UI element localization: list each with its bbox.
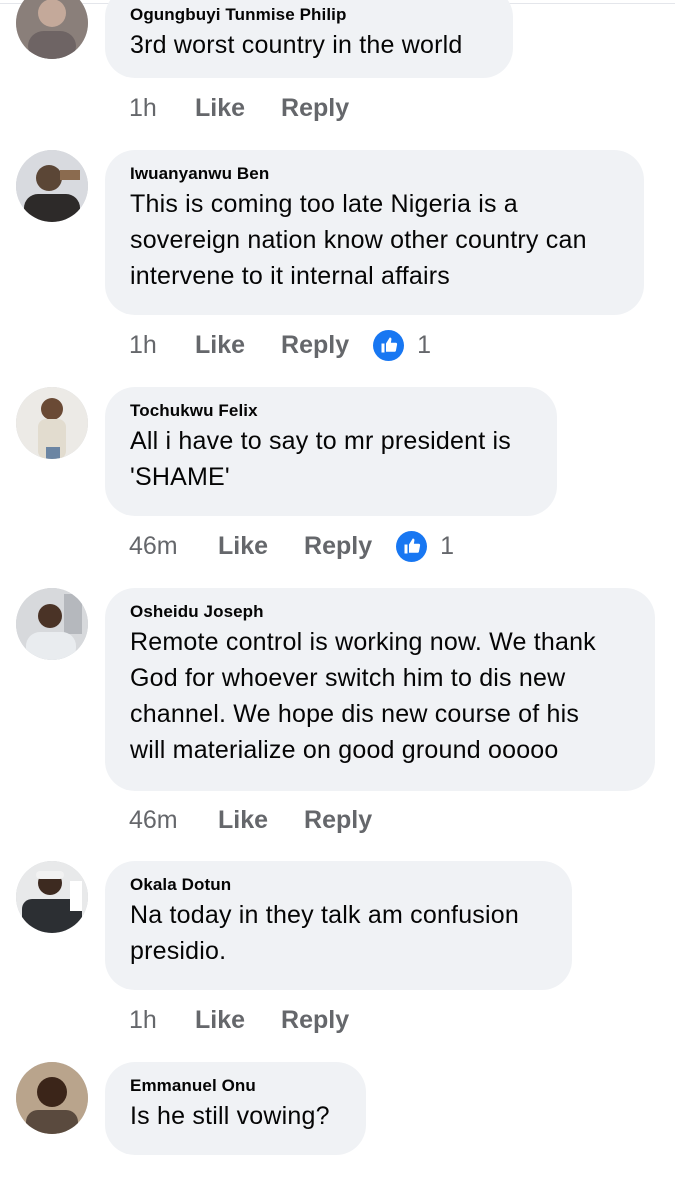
like-button[interactable]: Like — [195, 331, 245, 360]
comment-text: Remote control is working now. We thank … — [130, 624, 631, 768]
comment-author[interactable]: Iwuanyanwu Ben — [130, 163, 620, 185]
comment-text-line: 'SHAME' — [130, 463, 230, 491]
comment-actions: 1h Like Reply — [129, 1002, 373, 1038]
reply-button[interactable]: Reply — [281, 94, 349, 123]
comment-actions: 1h Like Reply 1 — [129, 327, 431, 363]
comment-actions: 1h Like Reply — [129, 90, 373, 126]
comment-time[interactable]: 46m — [129, 532, 218, 561]
comment-text-line: Is he still vowing? — [130, 1102, 330, 1130]
comment-text-line: God for whoever switch him to dis new — [130, 664, 566, 692]
comment-bubble: Okala Dotun Na today in they talk am con… — [105, 861, 572, 990]
avatar[interactable] — [16, 588, 88, 660]
comment-text-line: 3rd worst country in the world — [130, 31, 463, 59]
reaction-count: 1 — [440, 531, 455, 560]
like-button[interactable]: Like — [218, 532, 268, 561]
comment-author[interactable]: Okala Dotun — [130, 874, 548, 896]
avatar[interactable] — [16, 1062, 88, 1134]
comment-time[interactable]: 1h — [129, 1006, 195, 1035]
reaction-summary[interactable]: 1 — [373, 329, 432, 361]
reply-button[interactable]: Reply — [304, 806, 372, 835]
comment-author[interactable]: Tochukwu Felix — [130, 400, 533, 422]
avatar[interactable] — [16, 387, 88, 459]
comment-time[interactable]: 1h — [129, 94, 195, 123]
avatar[interactable] — [16, 861, 88, 933]
comment-text: All i have to say to mr president is 'SH… — [130, 423, 533, 495]
like-button[interactable]: Like — [195, 1006, 245, 1035]
reply-button[interactable]: Reply — [281, 331, 349, 360]
comment-text-line: will materialize on good ground ooooo — [130, 736, 559, 764]
comment-text-line: intervene to it internal affairs — [130, 262, 450, 290]
comment-text: 3rd worst country in the world — [130, 27, 489, 63]
comment-text-line: presidio. — [130, 937, 227, 965]
like-reaction-icon — [396, 530, 428, 562]
avatar[interactable] — [16, 0, 88, 59]
comment-actions: 46m Like Reply — [129, 802, 396, 838]
comment-text: This is coming too late Nigeria is a sov… — [130, 186, 620, 294]
like-button[interactable]: Like — [195, 94, 245, 123]
comment-bubble: Tochukwu Felix All i have to say to mr p… — [105, 387, 557, 516]
comment-text-line: Remote control is working now. We thank — [130, 628, 596, 656]
comment-bubble: Iwuanyanwu Ben This is coming too late N… — [105, 150, 644, 315]
comment-author[interactable]: Osheidu Joseph — [130, 601, 631, 623]
comment-bubble: Ogungbuyi Tunmise Philip 3rd worst count… — [105, 0, 513, 78]
comment-text-line: This is coming too late Nigeria is a — [130, 190, 518, 218]
comment-text-line: All i have to say to mr president is — [130, 427, 511, 455]
like-reaction-icon — [373, 329, 405, 361]
comment-text: Is he still vowing? — [130, 1098, 342, 1134]
comment-text: Na today in they talk am confusion presi… — [130, 897, 548, 969]
like-button[interactable]: Like — [218, 806, 268, 835]
reaction-summary[interactable]: 1 — [396, 530, 455, 562]
comment-text-line: sovereign nation know other country can — [130, 226, 587, 254]
comment-text-line: channel. We hope dis new course of his — [130, 700, 580, 728]
reply-button[interactable]: Reply — [281, 1006, 349, 1035]
reaction-count: 1 — [417, 330, 432, 359]
comment-text-line: Na today in they talk am confusion — [130, 901, 519, 929]
comment-author[interactable]: Ogungbuyi Tunmise Philip — [130, 4, 489, 26]
comment-actions: 46m Like Reply 1 — [129, 528, 454, 564]
comment-bubble: Osheidu Joseph Remote control is working… — [105, 588, 655, 791]
comment-time[interactable]: 1h — [129, 331, 195, 360]
reply-button[interactable]: Reply — [304, 532, 372, 561]
comment-author[interactable]: Emmanuel Onu — [130, 1075, 342, 1097]
comment-bubble: Emmanuel Onu Is he still vowing? — [105, 1062, 366, 1155]
comment-time[interactable]: 46m — [129, 806, 218, 835]
avatar[interactable] — [16, 150, 88, 222]
